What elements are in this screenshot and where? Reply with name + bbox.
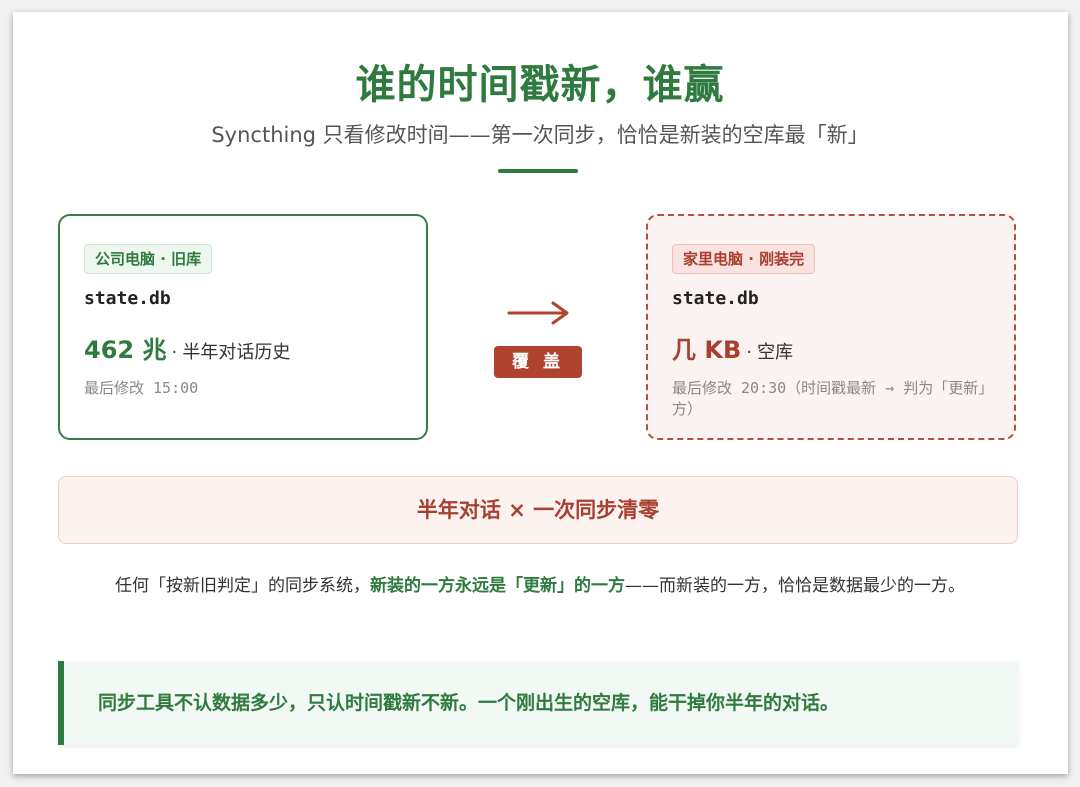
old-db-separator: · [171,342,178,363]
old-db-description: 半年对话历史 [182,342,291,363]
page-title: 谁的时间戳新，谁赢 [355,62,725,108]
old-db-tag: 公司电脑 · 旧库 [84,244,213,274]
new-db-mtime: 最后修改 20:30（时间戳最新 → 判为「更新」方） [672,379,986,418]
old-db-mtime: 最后修改 15:00 [84,379,199,397]
page-subtitle: Syncthing 只看修改时间——第一次同步，恰恰是新装的空库最「新」 [211,123,869,147]
old-db-size: 462 兆 [84,336,167,364]
right-arrow-icon [507,301,569,325]
paragraph-part2: ——而新装的一方，恰恰是数据最少的一方。 [625,576,965,596]
new-db-filename: state.db [672,288,759,309]
new-db-card: 家里电脑 · 刚装完 state.db 几 KB · 空库 最后修改 20:30… [646,214,1016,440]
summary-quote: 同步工具不认数据多少，只认时间戳新不新。一个刚出生的空库，能干掉你半年的对话。 [58,661,1018,745]
title-divider [498,169,578,173]
new-db-size-line: 几 KB · 空库 [672,330,793,365]
paragraph-part1: 任何「按新旧判定」的同步系统， [115,576,370,596]
new-db-size: 几 KB [672,336,742,364]
new-db-tag: 家里电脑 · 刚装完 [672,244,816,274]
paragraph-highlight: 新装的一方永远是「更新」的一方 [370,576,625,596]
loss-banner: 半年对话 × 一次同步清零 [58,476,1018,544]
old-db-filename: state.db [84,288,171,309]
overwrite-badge: 覆 盖 [494,346,582,378]
new-db-separator: · [746,342,753,363]
new-db-description: 空库 [757,342,794,363]
old-db-size-line: 462 兆 · 半年对话历史 [84,330,290,365]
explanation-paragraph: 任何「按新旧判定」的同步系统，新装的一方永远是「更新」的一方——而新装的一方，恰… [80,568,1000,604]
old-db-card: 公司电脑 · 旧库 state.db 462 兆 · 半年对话历史 最后修改 1… [58,214,428,440]
